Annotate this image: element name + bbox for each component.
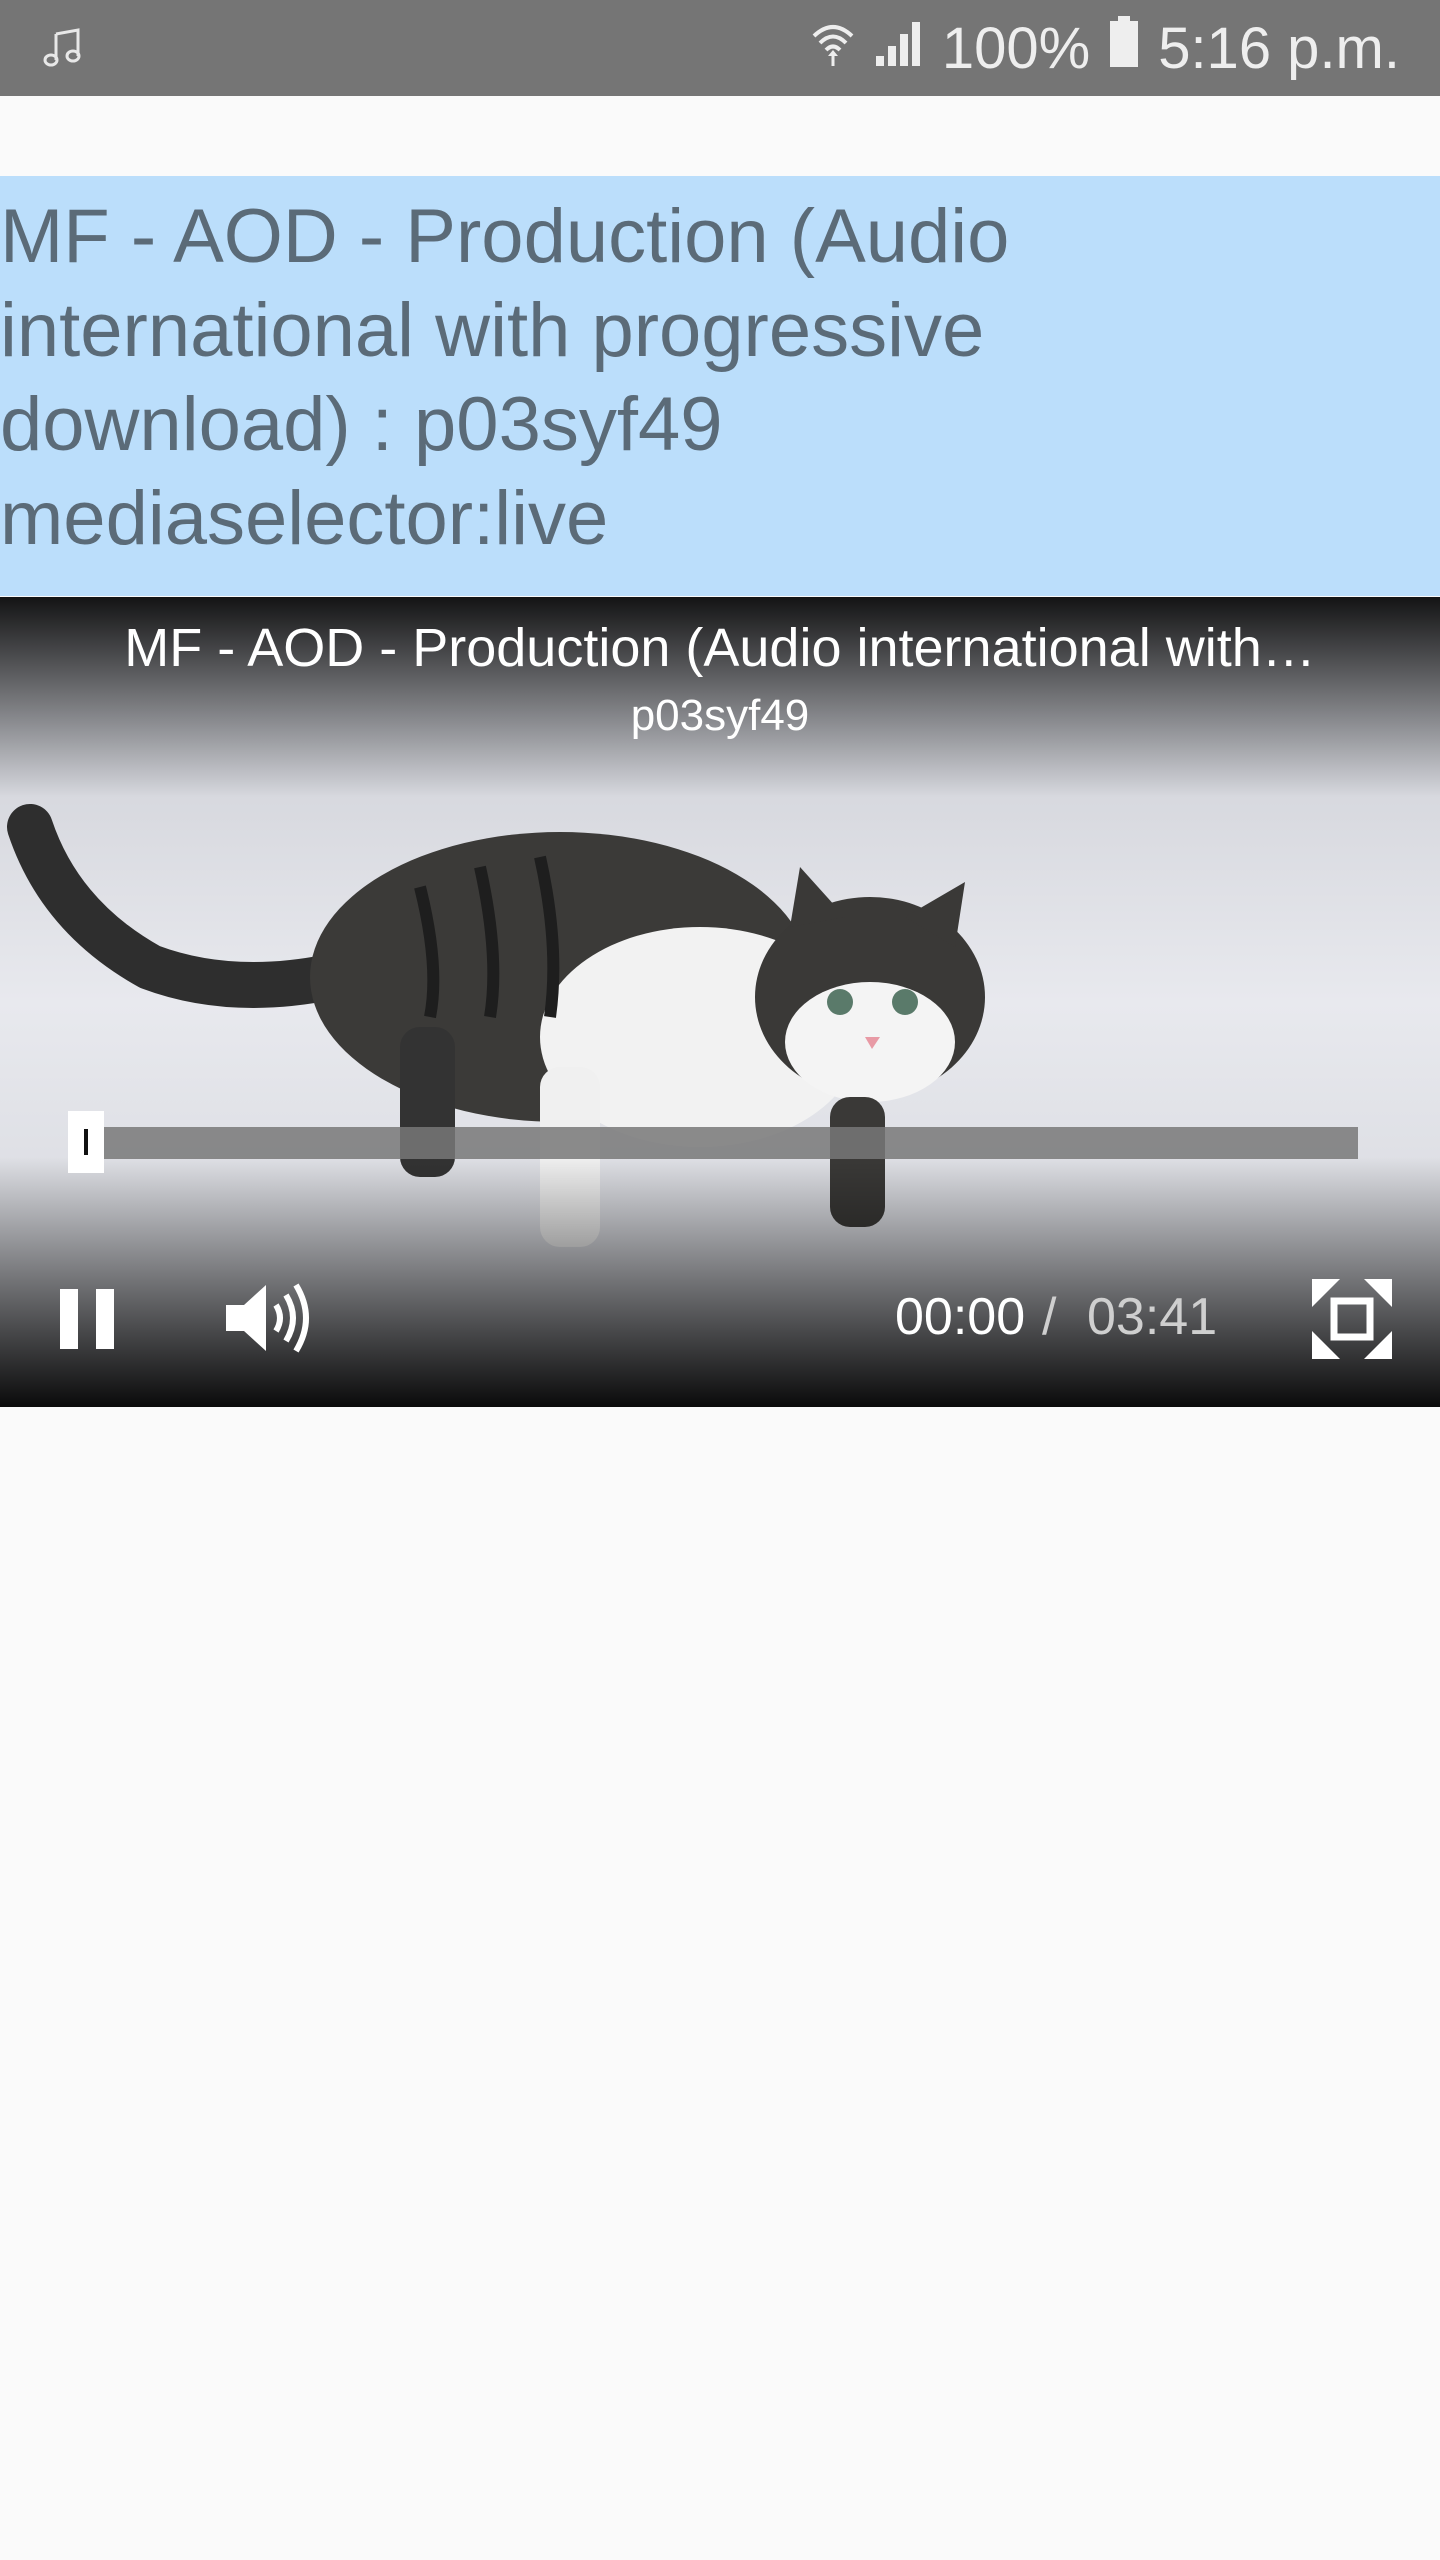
player-title: MF - AOD - Production (Audio internation… [124,618,1316,678]
stream-title-line: international with progressive [0,288,985,373]
clock: 5:16 p.m. [1158,15,1400,81]
pause-button[interactable] [56,1287,120,1351]
media-player[interactable]: MF - AOD - Production (Audio internation… [0,597,1440,1407]
stream-title-line: MF - AOD - Production (Audio [0,194,1010,279]
fullscreen-button[interactable] [1310,1277,1394,1361]
battery-icon [1108,15,1140,82]
volume-button[interactable] [224,1275,310,1361]
status-bar: 100% 5:16 p.m. [0,0,1440,96]
fullscreen-icon [1312,1279,1392,1359]
wifi-icon [810,15,856,82]
stream-info-banner: MF - AOD - Production (Audio internation… [0,176,1440,596]
stream-title-line: download) : p03syf49 [0,382,723,467]
total-time: 03:41 [1087,1288,1218,1346]
signal-icon [874,15,924,82]
battery-percent: 100% [941,15,1091,81]
player-subtitle: p03syf49 [630,691,810,740]
progress-handle[interactable] [68,1111,104,1173]
current-time: 00:00 [895,1288,1026,1346]
volume-icon [226,1283,309,1353]
pause-icon [60,1289,114,1349]
stream-title-line: mediaselector:live [0,476,609,561]
time-separator: / [1042,1288,1057,1346]
progress-bar[interactable] [68,1127,1358,1159]
stream-title: MF - AOD - Production (Audio internation… [0,190,1100,566]
music-note-icon [40,26,84,70]
